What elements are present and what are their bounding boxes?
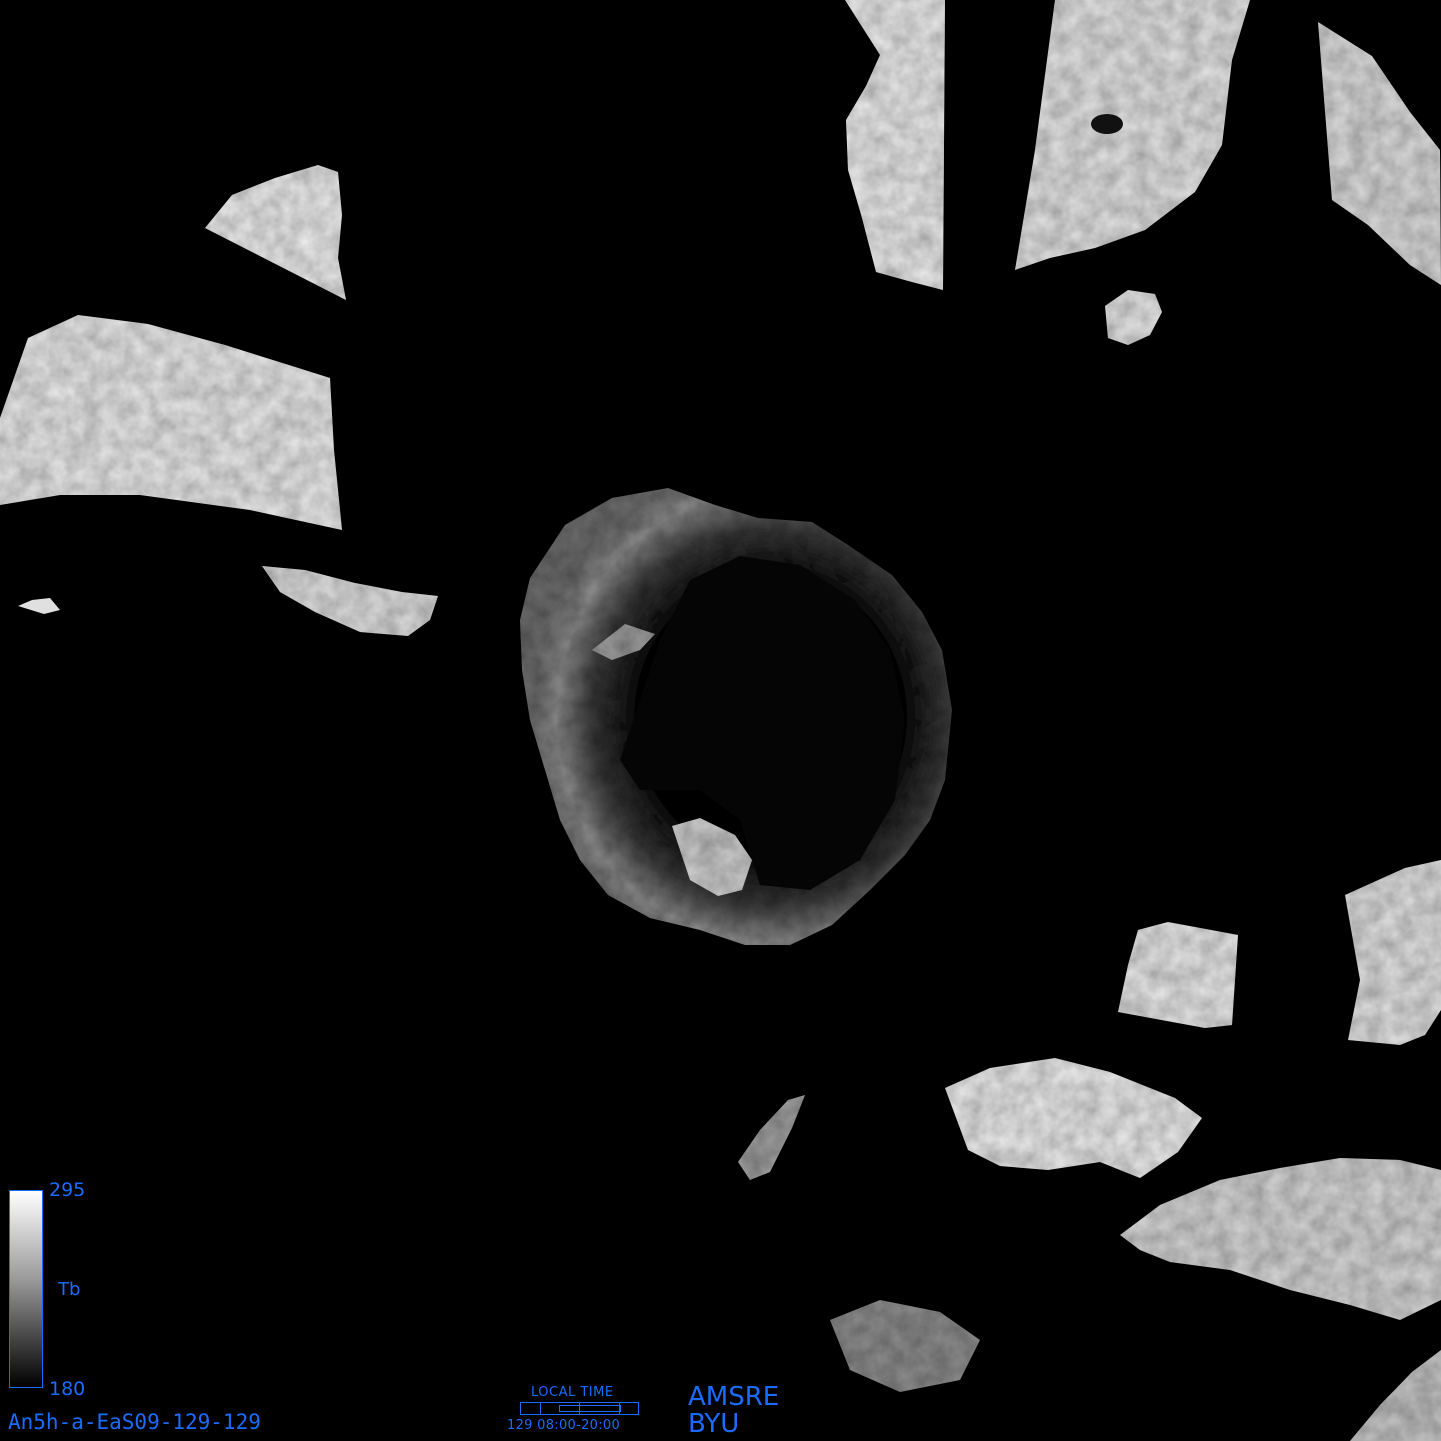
- colorbar: [9, 1190, 43, 1388]
- colorbar-min-label: 180: [49, 1378, 86, 1400]
- sensor-label: AMSRE: [688, 1382, 780, 1412]
- colorbar-variable-label: Tb: [58, 1279, 81, 1300]
- satellite-image: [0, 0, 1441, 1441]
- dark-patch: [1091, 114, 1123, 134]
- local-time-bar: [520, 1402, 639, 1415]
- local-time-tick: [540, 1403, 541, 1414]
- local-time-title: LOCAL TIME: [531, 1385, 614, 1400]
- land-swath: [1118, 922, 1238, 1028]
- organization-label: BYU: [688, 1409, 740, 1439]
- local-time-window: [559, 1405, 621, 1412]
- colorbar-max-label: 295: [49, 1179, 86, 1201]
- local-time-range: 129 08:00-20:00: [507, 1418, 621, 1433]
- image-id: An5h-a-EaS09-129-129: [8, 1410, 261, 1434]
